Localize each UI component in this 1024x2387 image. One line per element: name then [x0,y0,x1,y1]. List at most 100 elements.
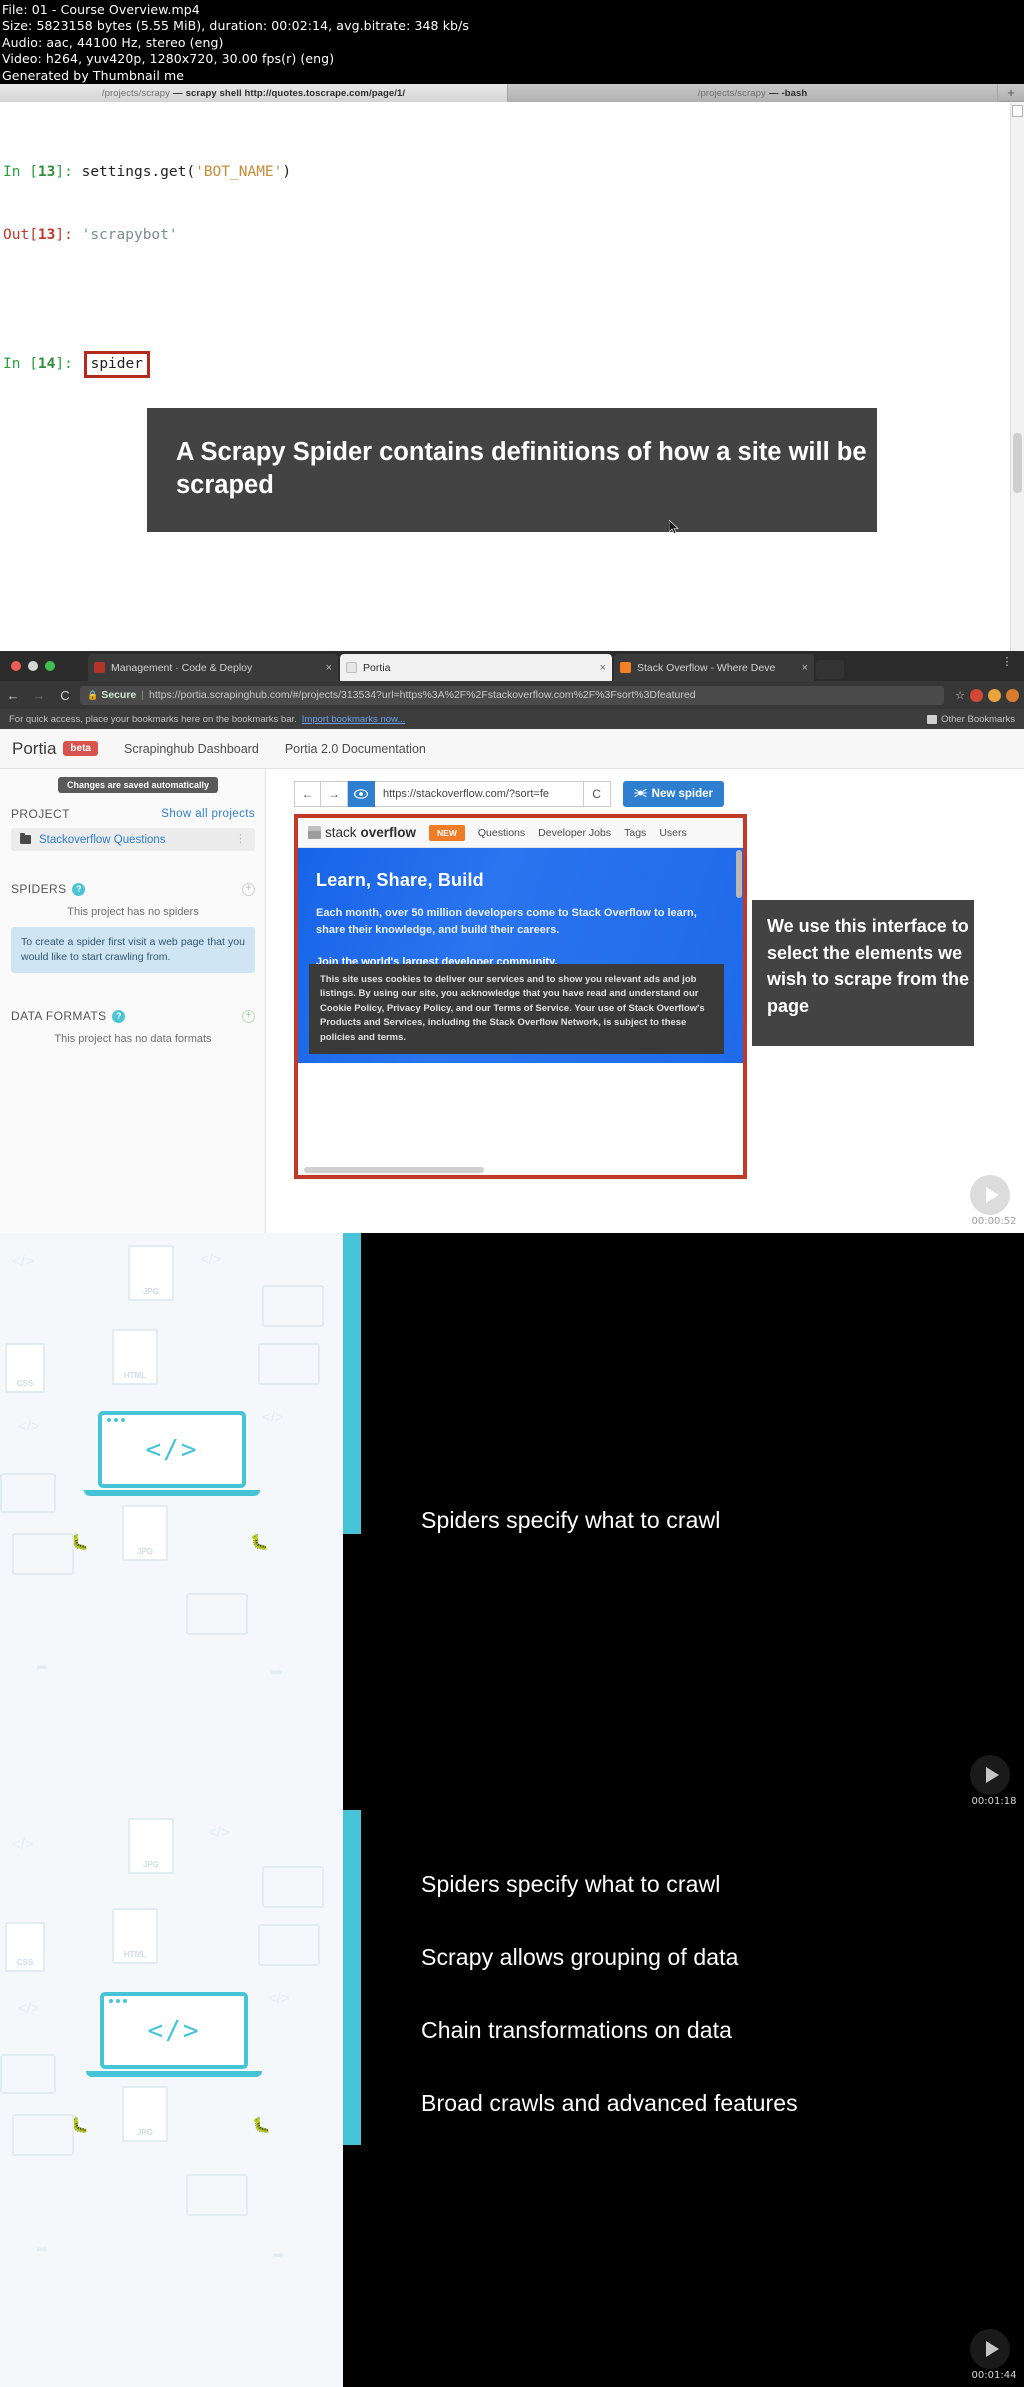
browser-tab-management-close-icon[interactable]: × [320,662,332,674]
portia-sidebar: Changes are saved automatically PROJECT … [0,769,266,1233]
extension-icon-3[interactable] [1006,688,1019,702]
decorative-illustration-3: </> </> </> </> 🐛 🐛 ➦ ➦ JPG HTML EXE JPG… [0,1233,343,1810]
terminal-body: In [13]: settings.get('BOT_NAME') Out[13… [0,103,1024,651]
code-glyph-icon: </> [208,1824,230,1841]
new-tab-button[interactable] [816,660,844,679]
terminal-line-in-13: In [13]: settings.get('BOT_NAME') [3,162,291,183]
terminal-new-tab-button[interactable]: + [998,84,1024,101]
minimize-window-icon[interactable] [28,661,38,671]
chrome-tab-strip: Management · Code & Deploy × Portia × St… [0,651,1024,681]
add-data-format-button[interactable]: + [242,1009,255,1023]
show-all-projects-link[interactable]: Show all projects [161,808,255,820]
browser-back-button[interactable]: ← [0,688,26,703]
preview-vertical-scrollbar[interactable] [736,850,742,898]
bookmark-star-icon[interactable]: ☆ [950,689,970,702]
in-string: 'BOT_NAME' [195,164,283,180]
preview-horizontal-scrollbar[interactable] [304,1167,484,1173]
bug-glyph-icon: 🐛 [252,2117,271,2134]
browser-reload-button[interactable]: C [52,688,78,703]
window-card-icon [258,1924,320,1966]
logo-overflow-text: overflow [360,825,417,840]
browser-tab-management-title: Management · Code & Deploy [111,661,253,674]
browser-tab-stackoverflow-close-icon[interactable]: × [796,662,808,674]
browser-tab-stackoverflow[interactable]: Stack Overflow - Where Deve × [614,654,814,681]
code-glyph-icon: </> [200,1251,222,1268]
out-number: 13 [37,227,56,243]
nav-portia-documentation[interactable]: Portia 2.0 Documentation [285,742,426,756]
sidebar-section-project: PROJECT Show all projects Stackoverflow … [11,807,255,851]
doc-label: JPG [142,1287,159,1296]
thumbnail-sheet: File: 01 - Course Overview.mp4 Size: 582… [0,0,1024,2387]
address-bar[interactable]: 🔒 Secure | https://portia.scrapinghub.co… [80,685,944,705]
stackoverflow-logo[interactable]: stack overflow [308,825,416,840]
terminal-scrollbar[interactable] [1010,103,1024,651]
so-nav-users[interactable]: Users [659,827,686,839]
terminal-tab-dash: — [172,87,183,99]
laptop-screen: </> [98,1411,246,1488]
play-button-overlay-4[interactable] [970,2329,1010,2369]
preview-reload-button[interactable]: C [583,781,611,807]
so-nav-questions[interactable]: Questions [478,827,525,839]
window-card-icon [258,1343,320,1385]
so-nav-developer-jobs[interactable]: Developer Jobs [538,827,611,839]
secure-label: Secure [101,689,137,701]
slide-4-line-4: Broad crawls and advanced features [421,2090,798,2116]
new-spider-button[interactable]: New spider [622,781,724,807]
nav-scrapinghub-dashboard[interactable]: Scrapinghub Dashboard [124,742,259,756]
address-url: https://portia.scrapinghub.com/#/project… [148,689,696,701]
doc-label: HTML [123,1371,147,1380]
spiders-section-header: SPIDERS ? + [11,882,255,896]
spiders-empty-message: This project has no spiders [67,906,199,918]
browser-tab-management[interactable]: Management · Code & Deploy × [88,654,338,681]
help-icon-spiders[interactable]: ? [72,882,86,896]
folder-icon [20,833,31,844]
extension-icon-1[interactable] [970,688,983,702]
terminal-tab-bash[interactable]: /projects/scrapy — -bash [508,84,998,102]
terminal-titlebar: /projects/scrapy — scrapy shell http://q… [0,84,1024,102]
code-glyph-icon: </> [12,1836,34,1853]
play-button-overlay-2[interactable] [970,1175,1010,1215]
preview-back-button[interactable]: ← [294,781,321,807]
close-window-icon[interactable] [11,661,21,671]
stackoverflow-preview-frame[interactable]: stack overflow NEW Questions Developer Jo… [294,814,747,1179]
terminal-tab-scrapy-shell[interactable]: /projects/scrapy — scrapy shell http://q… [0,84,508,102]
add-spider-button[interactable]: + [242,882,255,896]
laptop-base [84,1490,260,1496]
new-badge: NEW [429,824,465,841]
extension-icon-2[interactable] [988,688,1001,702]
laptop-screen: </> [100,1992,248,2069]
project-kebab-menu-icon[interactable]: ⋮ [235,834,246,845]
so-nav-tags[interactable]: Tags [624,827,646,839]
window-card-icon [186,1593,248,1635]
panel-slide-3: </> </> </> </> 🐛 🐛 ➦ ➦ JPG HTML EXE JPG… [0,1233,1024,1810]
window-controls[interactable] [11,661,55,671]
help-icon-data-formats[interactable]: ? [112,1009,126,1023]
meta-size: Size: 5823158 bytes (5.55 MiB), duration… [2,18,469,34]
in-prefix: In [ [3,164,38,180]
code-glyph-icon: </> [18,2000,40,2017]
other-bookmarks-label: Other Bookmarks [941,713,1015,725]
mouse-cursor-icon [669,520,679,534]
terminal-scroll-thumb[interactable] [1013,433,1022,493]
preview-url-input[interactable]: https://stackoverflow.com/?sort=fe [375,781,584,807]
browser-tab-portia-close-icon[interactable]: × [594,662,606,674]
chrome-menu-icon[interactable]: ⋮ [1000,657,1014,674]
stackoverflow-logo-icon [308,826,321,839]
terminal-typed-input-highlight[interactable]: spider [83,351,150,378]
preview-forward-button[interactable]: → [321,781,348,807]
portia-logo[interactable]: Portia [12,739,56,759]
doc-label: CSS [16,1379,34,1388]
play-button-overlay-3[interactable] [970,1755,1010,1795]
browser-tab-portia[interactable]: Portia × [340,654,612,681]
project-row-stackoverflow-questions[interactable]: Stackoverflow Questions ⋮ [11,828,255,851]
terminal-tab-path: /projects/scrapy [101,87,170,99]
browser-forward-button[interactable]: → [26,688,52,703]
slide-4-line-3: Chain transformations on data [421,2017,733,2043]
other-bookmarks-button[interactable]: Other Bookmarks [927,714,1015,725]
project-name: Stackoverflow Questions [39,833,166,846]
eye-icon[interactable] [348,781,375,807]
maximize-window-icon[interactable] [45,661,55,671]
import-bookmarks-link[interactable]: Import bookmarks now... [302,714,405,725]
doc-icon-jpg-2: JPG [122,1505,168,1561]
